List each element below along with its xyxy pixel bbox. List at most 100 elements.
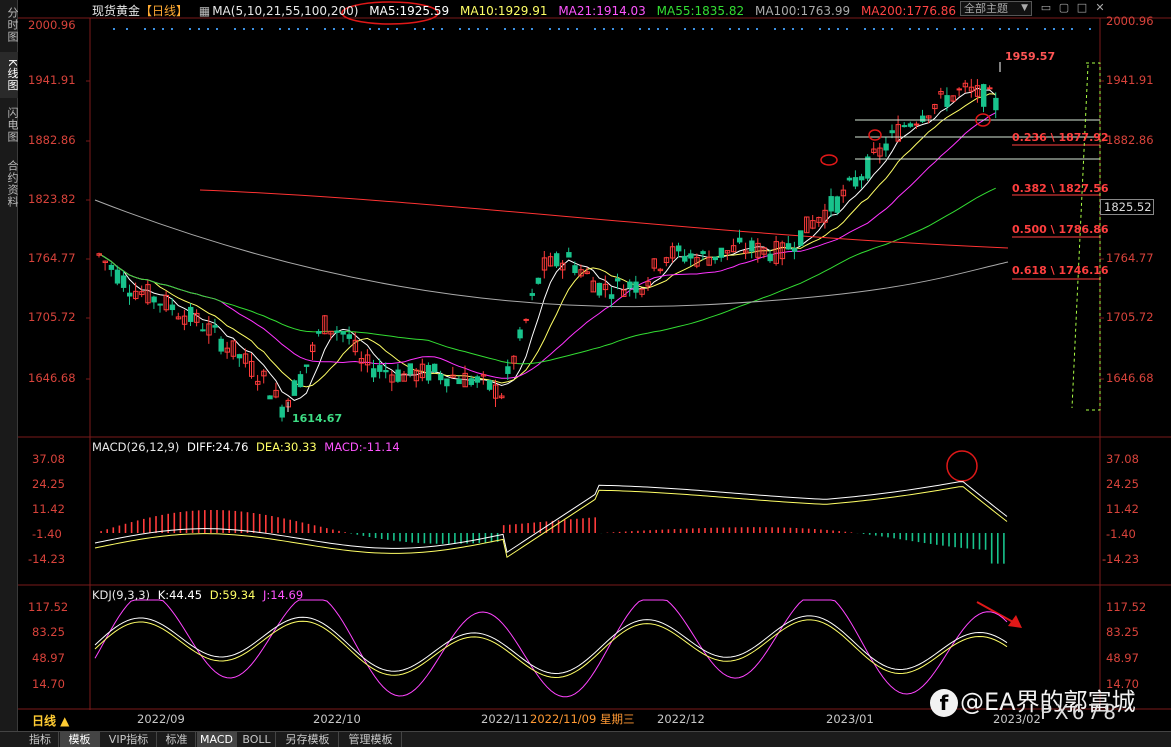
- ma200-line: [199, 189, 1009, 249]
- signal-dot: [441, 28, 443, 30]
- signal-dot: [477, 28, 479, 30]
- signal-dot: [252, 28, 254, 30]
- highlight-ellipse: [868, 129, 882, 141]
- signal-dot: [288, 28, 290, 30]
- kdj-tick: 117.52: [28, 600, 69, 614]
- tab-save-template[interactable]: 另存模板: [277, 732, 339, 747]
- kdj-tick: 117.52: [1106, 600, 1147, 614]
- signal-dot: [243, 28, 245, 30]
- signal-dot: [738, 28, 740, 30]
- tab-flash[interactable]: 闪电图: [0, 103, 19, 147]
- signal-dot: [162, 28, 164, 30]
- signal-dot: [414, 28, 416, 30]
- theme-select[interactable]: 全部主题 ▼: [960, 1, 1032, 16]
- candle-body: [505, 366, 511, 374]
- tab-boll[interactable]: BOLL: [238, 732, 276, 747]
- price-tick: 1882.86: [28, 133, 76, 147]
- restore-icon[interactable]: ▢: [1056, 1, 1072, 16]
- chart-canvas[interactable]: [18, 0, 1171, 731]
- signal-dot: [801, 28, 803, 30]
- tab-manage-template[interactable]: 管理模板: [340, 732, 402, 747]
- fib-level-label: 0.382 \ 1827.56: [1012, 182, 1109, 195]
- symbol-name: 现货黄金: [92, 4, 141, 18]
- ma100-line: [94, 199, 1009, 308]
- macd-dea: DEA:30.33: [256, 440, 317, 454]
- macd-header: MACD(26,12,9) DIFF:24.76 DEA:30.33 MACD:…: [92, 440, 400, 454]
- signal-dot: [927, 28, 929, 30]
- tab-timeshare[interactable]: 分时图: [0, 4, 19, 46]
- ma100-value: MA100:1763.99: [754, 4, 851, 18]
- date-tick: 2022/11: [481, 712, 529, 726]
- ma-indicator-icon[interactable]: ▦: [199, 4, 210, 18]
- date-tick: 2023/01: [826, 712, 874, 726]
- signal-dot: [918, 28, 920, 30]
- candle-body: [700, 251, 706, 255]
- highlight-ellipse: [820, 154, 838, 166]
- date-tick: 2022/10: [313, 712, 361, 726]
- signal-dot: [1044, 28, 1046, 30]
- candle-body: [791, 248, 798, 252]
- kdj-k: K:44.45: [157, 588, 203, 602]
- candle-body: [303, 364, 310, 367]
- main-chart-header: 现货黄金【日线】 ▦ MA(5,10,21,55,100,200) MA5:192…: [92, 2, 963, 19]
- signal-dot: [423, 28, 425, 30]
- price-tick: 1705.72: [1106, 310, 1154, 324]
- candle-body: [718, 247, 725, 258]
- macd-params: MACD(26,12,9): [92, 440, 180, 454]
- period-selector[interactable]: 日线 ▲: [32, 712, 69, 729]
- candle-body: [615, 278, 621, 282]
- candle-body: [737, 237, 743, 243]
- kdj-tick: 48.97: [1106, 651, 1139, 665]
- fib-level-label: 0.500 \ 1786.86: [1012, 223, 1109, 236]
- signal-dot: [981, 28, 983, 30]
- tab-macd[interactable]: MACD: [197, 732, 237, 747]
- kdj-j-line: [94, 599, 1008, 698]
- tab-vip-indicators[interactable]: VIP指标: [101, 732, 157, 747]
- minimize-icon[interactable]: ▭: [1038, 1, 1054, 16]
- tab-indicators[interactable]: 指标: [22, 732, 59, 747]
- candle-body: [767, 253, 773, 262]
- tab-contract-info[interactable]: 合约资料: [0, 155, 19, 213]
- signal-dot: [1089, 28, 1091, 30]
- chevron-down-icon: ▼: [1021, 3, 1028, 13]
- candle-body: [987, 87, 993, 90]
- current-price-tag: 1825.52: [1100, 199, 1154, 215]
- candle-body: [377, 365, 383, 372]
- signal-dot: [954, 28, 956, 30]
- signal-dot: [729, 28, 731, 30]
- signal-dot: [594, 28, 596, 30]
- signal-dot: [1026, 28, 1028, 30]
- signal-dot: [342, 28, 344, 30]
- tab-kline[interactable]: K线图: [0, 52, 19, 98]
- signal-dot: [657, 28, 659, 30]
- tab-standard[interactable]: 标准: [158, 732, 196, 747]
- candle-body: [151, 296, 157, 303]
- ma5-value: MA5:1925.59: [369, 4, 450, 18]
- candle-body: [157, 303, 163, 306]
- signal-dot: [486, 28, 488, 30]
- signal-dot: [432, 28, 434, 30]
- signal-dot: [864, 28, 866, 30]
- signal-dot: [369, 28, 371, 30]
- tab-templates[interactable]: 模板: [60, 732, 100, 747]
- fib-level-label: 0.618 \ 1746.16: [1012, 264, 1109, 277]
- candle-body: [425, 364, 432, 381]
- overlay-text: PX678: [1040, 700, 1119, 724]
- candle-body: [993, 97, 999, 111]
- signal-dot: [666, 28, 668, 30]
- candle-body: [340, 331, 346, 335]
- signal-dot: [846, 28, 848, 30]
- signal-dot: [882, 28, 884, 30]
- signal-dot: [531, 28, 533, 30]
- maximize-icon[interactable]: □: [1074, 1, 1090, 16]
- macd-tick: 37.08: [1106, 452, 1139, 466]
- signal-dot: [558, 28, 560, 30]
- kdj-j: J:14.69: [263, 588, 304, 602]
- signal-dot: [783, 28, 785, 30]
- signal-dot: [333, 28, 335, 30]
- signal-dot: [153, 28, 155, 30]
- candle-body: [517, 329, 523, 339]
- candle-body: [865, 156, 871, 179]
- candle-body: [474, 376, 481, 383]
- candle-body: [883, 143, 889, 151]
